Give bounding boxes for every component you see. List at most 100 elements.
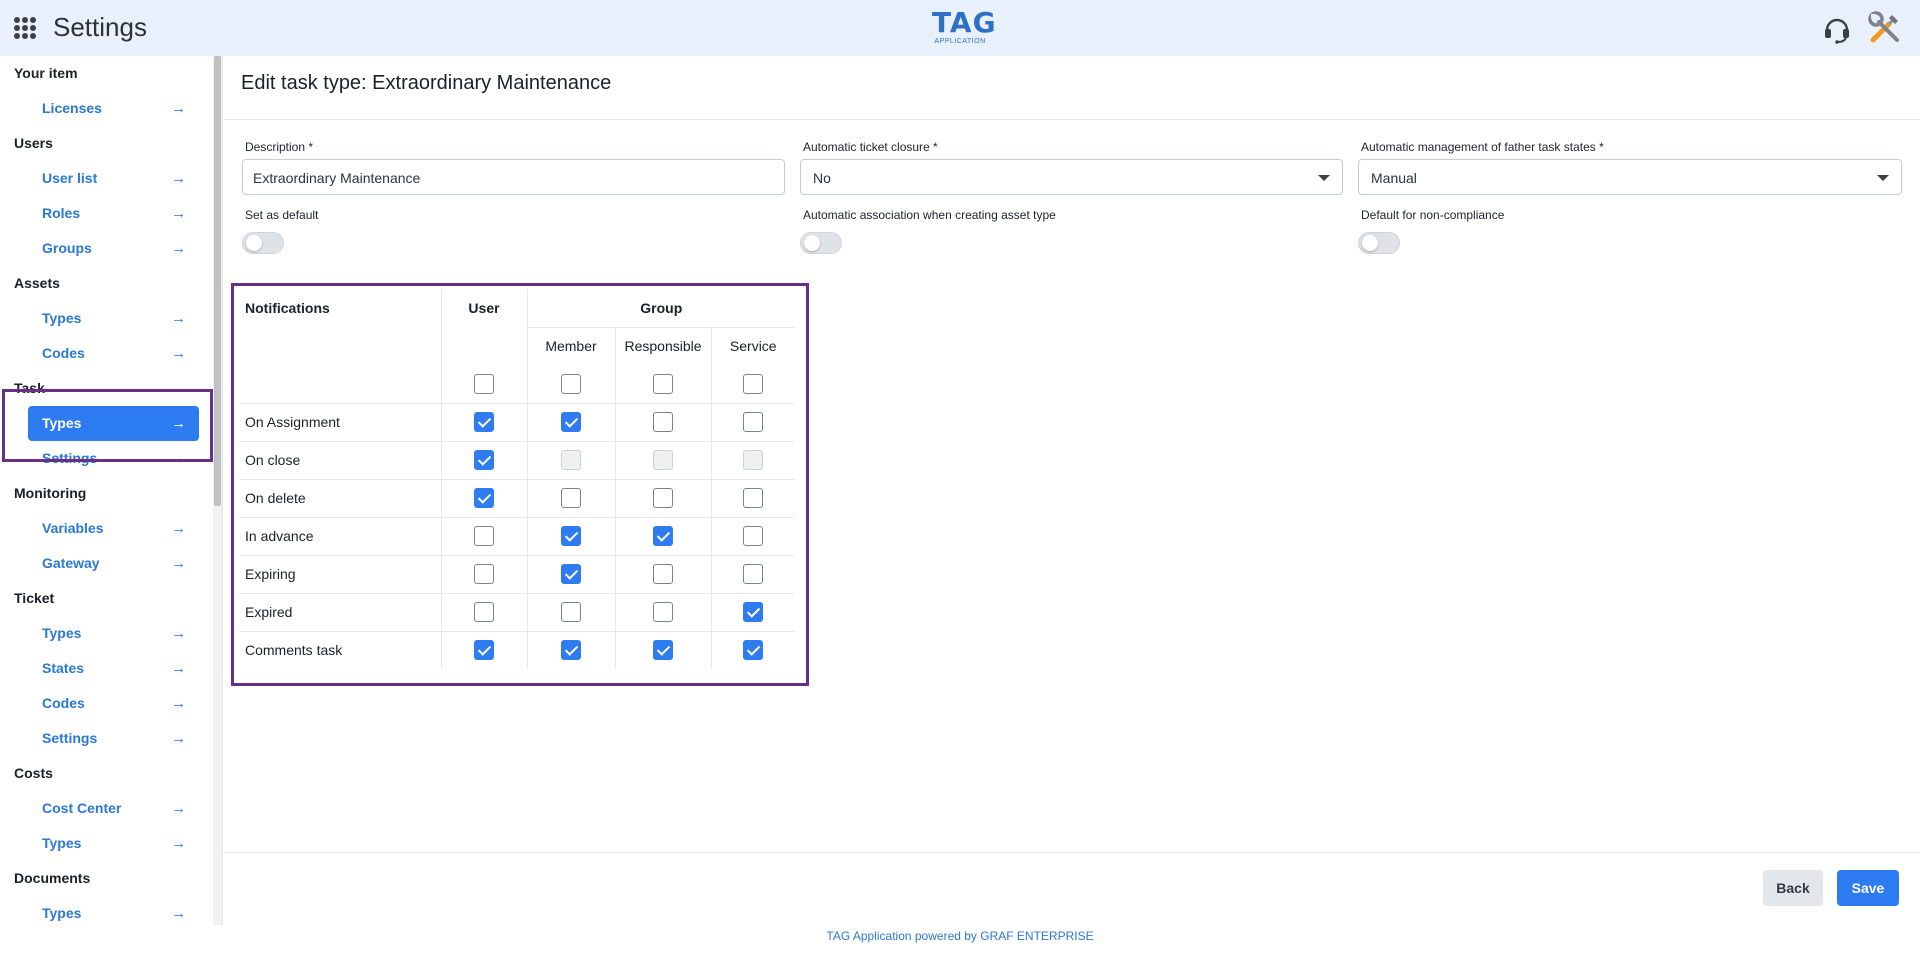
tools-icon[interactable] <box>1867 10 1903 46</box>
top-bar: Settings TAG APPLICATION <box>0 0 1920 56</box>
notification-label: Expired <box>239 593 442 632</box>
father-states-select[interactable]: Manual <box>1358 159 1902 195</box>
notifications-table: Notifications User Group Member Responsi… <box>239 289 795 669</box>
sidebar-item-assets-types[interactable]: Types → <box>28 301 199 336</box>
sidebar-item-ticket-states[interactable]: States → <box>28 651 199 686</box>
save-button[interactable]: Save <box>1837 870 1899 906</box>
father-states-label: Automatic management of father task stat… <box>1361 140 1604 154</box>
checkbox-cell <box>527 631 616 669</box>
subheader-responsible: Responsible <box>615 327 712 365</box>
sidebar-item-label: Settings <box>42 730 98 746</box>
arrow-right-icon: → <box>171 625 186 642</box>
select-all-responsible-checkbox[interactable] <box>653 373 673 394</box>
checkbox-cell <box>441 479 528 518</box>
select-all-user-checkbox[interactable] <box>474 373 494 394</box>
sidebar-item-users-groups[interactable]: Groups → <box>28 231 199 266</box>
sidebar-scrollbar[interactable] <box>213 56 222 925</box>
table-header-row: Notifications User Group <box>239 289 795 328</box>
arrow-right-icon: → <box>171 800 186 817</box>
auto-association-toggle[interactable] <box>800 232 842 254</box>
arrow-right-icon: → <box>171 345 186 362</box>
select-all-member-checkbox[interactable] <box>561 373 581 394</box>
sidebar-item-users-user-list[interactable]: User list → <box>28 161 199 196</box>
sidebar-item-ticket-settings[interactable]: Settings → <box>28 721 199 756</box>
sidebar-item-ticket-codes[interactable]: Codes → <box>28 686 199 721</box>
sidebar-item-label: Gateway <box>42 555 100 571</box>
user-checkbox[interactable] <box>474 488 494 508</box>
checkbox-cell <box>441 517 528 556</box>
arrow-right-icon: → <box>171 695 186 712</box>
checkbox-cell <box>615 631 712 669</box>
sidebar-item-monitoring-variables[interactable]: Variables → <box>28 511 199 546</box>
checkbox-cell <box>527 517 616 556</box>
responsible-checkbox[interactable] <box>653 488 673 508</box>
sidebar-section-documents: Documents <box>14 870 91 886</box>
user-checkbox[interactable] <box>474 526 494 546</box>
set-default-label: Set as default <box>245 208 319 222</box>
sidebar-item-users-roles[interactable]: Roles → <box>28 196 199 231</box>
responsible-checkbox[interactable] <box>653 412 673 432</box>
checkbox-cell <box>615 403 712 442</box>
member-checkbox[interactable] <box>561 640 581 661</box>
header-group: Group <box>527 289 795 328</box>
table-row: Expired <box>239 593 795 632</box>
member-checkbox[interactable] <box>561 564 581 584</box>
table-row: Comments task <box>239 631 795 669</box>
sidebar-section-monitoring: Monitoring <box>14 485 87 501</box>
non-compliance-toggle[interactable] <box>1358 232 1400 254</box>
back-button[interactable]: Back <box>1763 870 1823 906</box>
headset-support-icon[interactable] <box>1821 13 1853 45</box>
set-default-toggle[interactable] <box>242 232 284 254</box>
service-checkbox[interactable] <box>743 602 764 622</box>
ticket-closure-select[interactable]: No <box>800 159 1343 195</box>
user-checkbox[interactable] <box>474 564 494 584</box>
sidebar-item-label: Settings <box>42 450 98 466</box>
service-checkbox[interactable] <box>743 564 764 584</box>
non-compliance-label: Default for non-compliance <box>1361 208 1505 222</box>
notification-label: On Assignment <box>239 403 442 442</box>
service-checkbox <box>743 450 764 470</box>
sidebar-item-task-settings[interactable]: Settings → <box>28 441 199 476</box>
user-checkbox[interactable] <box>474 602 494 622</box>
sidebar-item-documents-types[interactable]: Types → <box>28 896 199 925</box>
sidebar-item-assets-codes[interactable]: Codes → <box>28 336 199 371</box>
member-checkbox[interactable] <box>561 412 581 432</box>
arrow-right-icon: → <box>171 170 186 187</box>
sidebar-item-ticket-types[interactable]: Types → <box>28 616 199 651</box>
service-checkbox[interactable] <box>743 640 764 661</box>
notification-label: On delete <box>239 479 442 518</box>
select-all-service-checkbox[interactable] <box>743 373 764 394</box>
responsible-checkbox[interactable] <box>653 602 673 622</box>
member-checkbox <box>561 450 581 470</box>
responsible-checkbox[interactable] <box>653 640 673 661</box>
service-checkbox[interactable] <box>743 488 764 508</box>
header-user: User <box>441 289 528 327</box>
member-checkbox[interactable] <box>561 602 581 622</box>
responsible-checkbox[interactable] <box>653 564 673 584</box>
header-notifications: Notifications <box>239 289 442 327</box>
notifications-panel: Notifications User Group Member Responsi… <box>231 283 809 686</box>
service-checkbox[interactable] <box>743 412 764 432</box>
notification-label: In advance <box>239 517 442 556</box>
member-checkbox[interactable] <box>561 526 581 546</box>
user-checkbox[interactable] <box>474 640 494 661</box>
select-all-cell <box>441 365 528 404</box>
scrollbar-thumb[interactable] <box>214 56 221 506</box>
user-checkbox[interactable] <box>474 412 494 432</box>
sidebar-item-costs-types[interactable]: Types → <box>28 826 199 861</box>
select-all-cell <box>711 365 795 404</box>
responsible-checkbox[interactable] <box>653 526 673 546</box>
sidebar-item-costs-cost-center[interactable]: Cost Center → <box>28 791 199 826</box>
checkbox-cell <box>615 593 712 632</box>
sidebar-item-label: Codes <box>42 345 85 361</box>
toggle-knob <box>246 235 262 251</box>
sidebar-item-your-item-licenses[interactable]: Licenses → <box>28 91 199 126</box>
user-checkbox[interactable] <box>474 450 494 470</box>
sidebar-item-task-types[interactable]: Types → <box>28 406 199 441</box>
member-checkbox[interactable] <box>561 488 581 508</box>
description-input[interactable]: Extraordinary Maintenance <box>242 159 785 195</box>
service-checkbox[interactable] <box>743 526 764 546</box>
apps-grid-icon[interactable] <box>14 17 36 39</box>
sidebar-item-monitoring-gateway[interactable]: Gateway → <box>28 546 199 581</box>
app-title: Settings <box>53 12 147 42</box>
